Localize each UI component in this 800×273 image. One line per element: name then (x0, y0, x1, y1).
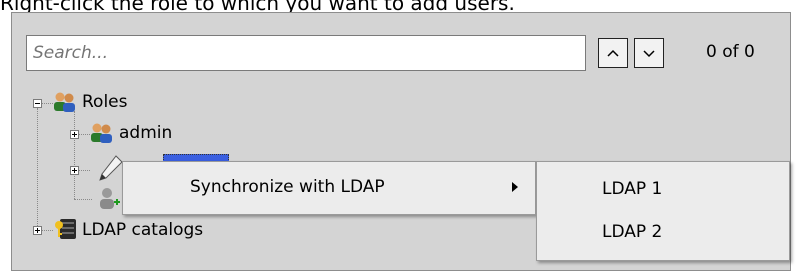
tree-item-ldap-catalogs[interactable]: LDAP catalogs (82, 220, 203, 240)
collapse-toggle[interactable] (33, 99, 42, 108)
next-match-button[interactable] (634, 38, 664, 68)
expand-toggle[interactable] (70, 166, 79, 175)
chevron-up-icon (607, 49, 619, 57)
ldap-server-icon (55, 219, 76, 239)
match-count: 0 of 0 (706, 42, 755, 62)
tree-connector (78, 170, 90, 171)
expand-toggle[interactable] (33, 226, 42, 235)
users-group-icon (91, 123, 112, 143)
tree-item-admin[interactable]: admin (119, 123, 172, 143)
tree-item-roles[interactable]: Roles (82, 92, 128, 112)
tree-connector (37, 108, 38, 230)
tree-connector (74, 111, 75, 199)
user-add-icon (100, 188, 120, 209)
submenu-item-ldap-1[interactable]: LDAP 1 (602, 179, 662, 199)
chevron-down-icon (643, 50, 655, 58)
expand-toggle[interactable] (70, 130, 79, 139)
submenu-item-ldap-2[interactable]: LDAP 2 (602, 222, 662, 242)
ldap-submenu (536, 161, 790, 261)
previous-match-button[interactable] (598, 38, 628, 68)
menu-item-synchronize-ldap[interactable]: Synchronize with LDAP (190, 177, 385, 197)
users-group-icon (54, 92, 75, 112)
tree-connector (74, 199, 92, 200)
search-input[interactable] (26, 35, 586, 71)
submenu-arrow-icon (512, 182, 518, 192)
